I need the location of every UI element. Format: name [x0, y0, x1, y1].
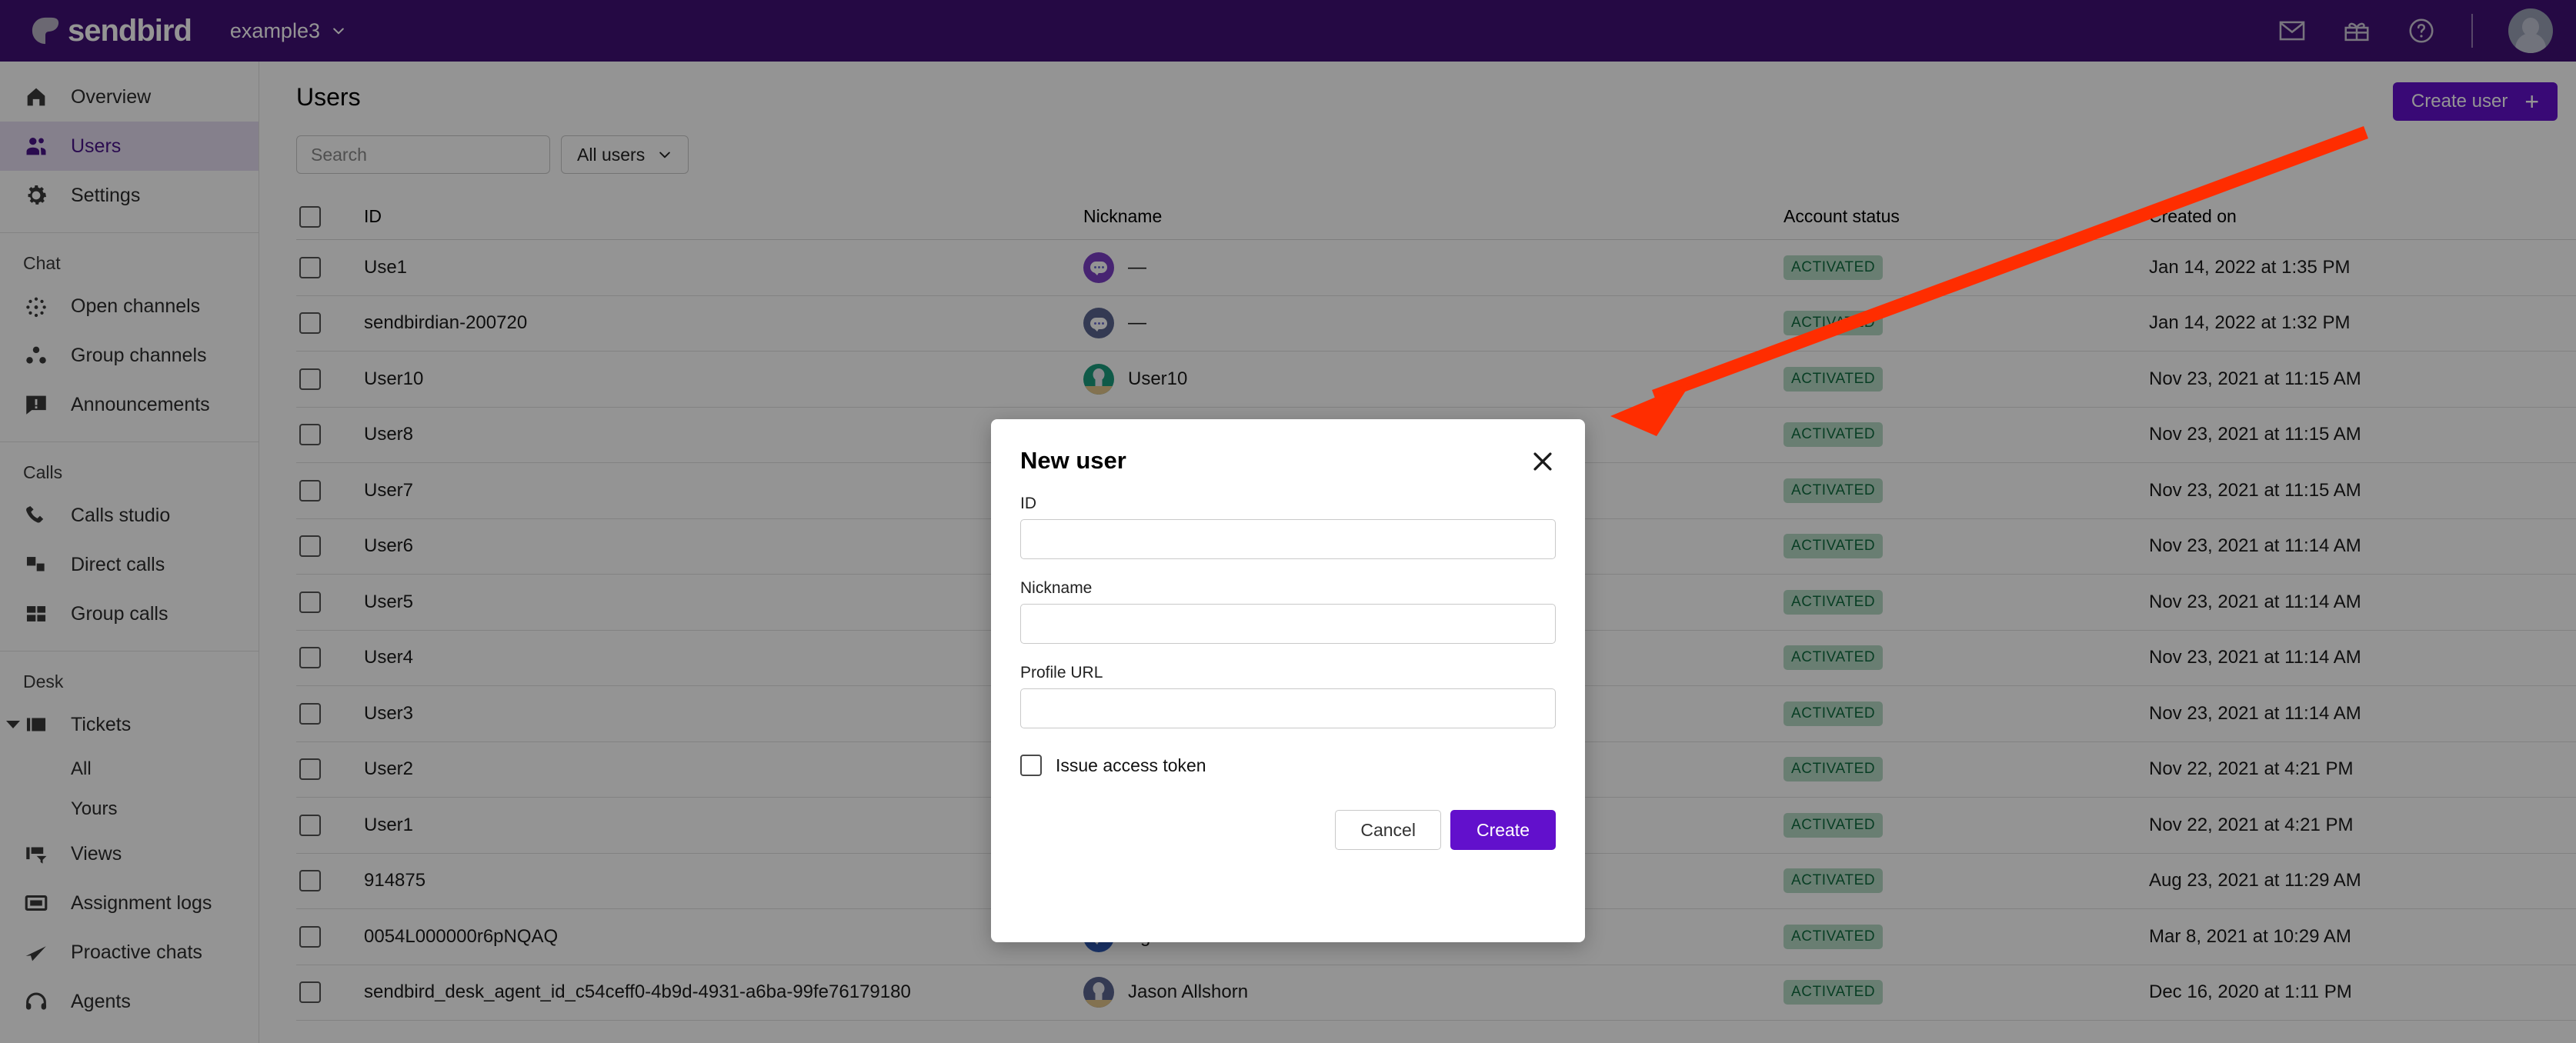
id-input[interactable]	[1020, 519, 1556, 559]
field-label-nickname: Nickname	[1020, 579, 1093, 597]
field-nickname: Nickname	[1020, 579, 1556, 644]
profile-url-input[interactable]	[1020, 688, 1556, 728]
app-root: sendbird example3 Overview Users Setting…	[0, 0, 2576, 1043]
cancel-button[interactable]: Cancel	[1335, 810, 1441, 850]
modal-actions: Cancel Create	[1020, 810, 1556, 850]
nickname-input[interactable]	[1020, 604, 1556, 644]
field-profile-url: Profile URL	[1020, 664, 1556, 728]
field-id: ID	[1020, 495, 1556, 559]
close-icon[interactable]	[1530, 448, 1556, 475]
issue-access-token-label: Issue access token	[1056, 755, 1206, 775]
new-user-modal: New user ID Nickname Profile URL Issue a…	[991, 419, 1585, 942]
issue-access-token-row[interactable]: Issue access token	[1020, 755, 1556, 776]
field-label-profile-url: Profile URL	[1020, 664, 1103, 681]
issue-access-token-checkbox[interactable]	[1020, 755, 1042, 776]
field-label-id: ID	[1020, 495, 1036, 512]
modal-title: New user	[1020, 447, 1126, 474]
modal-header: New user	[1020, 447, 1556, 475]
create-button[interactable]: Create	[1450, 810, 1556, 850]
